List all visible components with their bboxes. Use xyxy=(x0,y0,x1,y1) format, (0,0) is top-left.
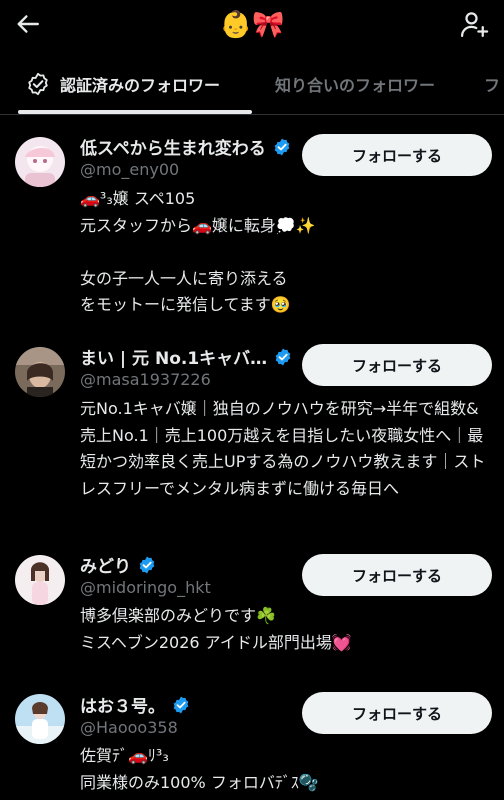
user-name-row: 低スペから生まれ変わる xyxy=(80,134,292,159)
avatar[interactable] xyxy=(15,694,65,744)
user-name-row: はお３号。 xyxy=(80,692,191,717)
avatar[interactable] xyxy=(15,347,65,397)
verified-badge-icon xyxy=(272,137,292,157)
tab-verified-followers[interactable]: 認証済みのフォロワー xyxy=(26,54,220,114)
verified-badge-outline-icon xyxy=(26,72,50,96)
follow-button[interactable]: フォローする xyxy=(302,692,492,734)
list-item[interactable]: まい | 元 No.1キャバ… @masa1937226 フォローする 元No.… xyxy=(0,330,504,540)
display-name: 低スペから生まれ変わる xyxy=(80,139,266,159)
tab-label: 認証済みのフォロワー xyxy=(60,76,221,95)
user-handle: @Haooo358 xyxy=(80,718,178,737)
display-name: まい | 元 No.1キャバ… xyxy=(80,349,268,369)
display-name: はお３号。 xyxy=(80,697,165,717)
user-name-row: まい | 元 No.1キャバ… xyxy=(80,344,293,369)
follow-button[interactable]: フォローする xyxy=(302,554,492,596)
verified-badge-icon xyxy=(273,347,293,367)
avatar[interactable] xyxy=(15,137,65,187)
active-tab-indicator xyxy=(18,110,252,114)
user-handle: @mo_eny00 xyxy=(80,160,180,179)
list-item[interactable]: 低スペから生まれ変わる @mo_eny00 フォローする 🚗³₃嬢 スペ105 … xyxy=(0,115,504,330)
tab-label: フ xyxy=(484,76,501,95)
add-user-button[interactable] xyxy=(456,8,492,44)
tab-label: 知り合いのフォロワー xyxy=(275,76,436,95)
page-title: 👶🎀 xyxy=(219,10,285,40)
user-handle: @midoringo_hkt xyxy=(80,578,211,597)
user-bio: 佐賀ﾃﾞ🚗ﾘ³₃ 同業様のみ100% フォロバﾃﾞｽ🫧 xyxy=(80,746,319,792)
list-item[interactable]: はお３号。 @Haooo358 フォローする 佐賀ﾃﾞ🚗ﾘ³₃ 同業様のみ100… xyxy=(0,680,504,800)
follow-button[interactable]: フォローする xyxy=(302,134,492,176)
user-name-row: みどり xyxy=(80,552,157,577)
top-bar: 👶🎀 xyxy=(0,0,504,54)
tab-known-followers[interactable]: 知り合いのフォロワー xyxy=(275,54,435,114)
display-name: みどり xyxy=(80,557,131,577)
user-bio: 🚗³₃嬢 スペ105 元スタッフから🚗嬢に転身💭✨ 女の子一人一人に寄り添える … xyxy=(80,189,316,314)
add-user-icon xyxy=(459,9,489,43)
tab-bar: 認証済みのフォロワー 知り合いのフォロワー フ xyxy=(0,54,504,115)
user-handle: @masa1937226 xyxy=(80,370,211,389)
list-item[interactable]: みどり @midoringo_hkt フォローする 博多倶楽部のみどりです☘️ … xyxy=(0,540,504,680)
verified-badge-icon xyxy=(137,555,157,575)
user-bio: 元No.1キャバ嬢｜独自のノウハウを研究→半年で組数&売上No.1｜売上100万… xyxy=(80,399,486,498)
user-bio: 博多倶楽部のみどりです☘️ ミスヘブン2026 アイドル部門出場💓 xyxy=(80,606,352,652)
tab-more[interactable]: フ xyxy=(484,54,500,114)
follow-button[interactable]: フォローする xyxy=(302,344,492,386)
verified-badge-icon xyxy=(171,695,191,715)
avatar[interactable] xyxy=(15,555,65,605)
